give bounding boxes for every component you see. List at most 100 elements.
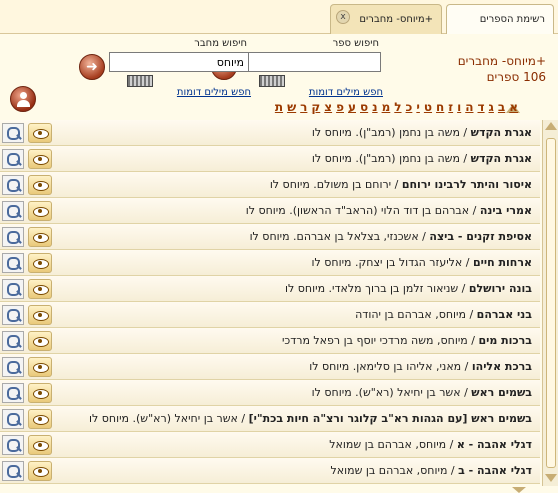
alphabet-letter[interactable]: ז [448, 100, 453, 116]
book-author: / מיוחס, אברהם בן יהודה [355, 308, 477, 321]
author-search-input[interactable] [109, 52, 249, 72]
user-icon[interactable] [10, 86, 36, 112]
table-row[interactable]: בני אברהם / מיוחס, אברהם בן יהודה [0, 302, 540, 328]
book-search-input[interactable] [241, 52, 381, 72]
alphabet-letter[interactable]: ה [465, 100, 473, 116]
alphabet-letter[interactable]: ו [457, 100, 461, 116]
alphabet-letter[interactable]: ח [436, 100, 444, 116]
magnifier-icon[interactable] [2, 331, 24, 351]
alphabet-letter[interactable]: ע [348, 100, 356, 116]
author-similar-words-link[interactable]: חפש מילים דומות [177, 87, 251, 98]
table-row[interactable]: ברכת אליהו / מאני, אליהו בן סלימאן. מיוח… [0, 354, 540, 380]
magnifier-icon[interactable] [2, 357, 24, 377]
table-row[interactable]: אמרי בינה / אברהם בן דוד הלוי (הראב"ד הר… [0, 198, 540, 224]
magnifier-icon[interactable] [2, 409, 24, 429]
magnifier-icon[interactable] [2, 149, 24, 169]
open-book-icon[interactable] [28, 409, 52, 429]
magnifier-icon[interactable] [2, 227, 24, 247]
table-row[interactable]: בשמים ראש [עם הגהות רא"ב קלוגר ורצ"ה חיו… [0, 406, 540, 432]
open-book-icon[interactable] [28, 305, 52, 325]
open-book-icon[interactable] [28, 383, 52, 403]
book-title[interactable]: אגרת הקדש [471, 126, 532, 139]
alphabet-letter[interactable]: ט [424, 100, 432, 116]
book-title[interactable]: בונה ירושלם [469, 282, 532, 295]
alphabet-letter[interactable]: ד [477, 100, 484, 116]
scroll-up-icon[interactable] [545, 122, 557, 130]
alphabet-letter[interactable]: א [509, 100, 518, 116]
table-row[interactable]: אגרת הקדש / משה בן נחמן (רמב"ן). מיוחס ל… [0, 120, 540, 146]
alphabet-letter[interactable]: מ [382, 100, 391, 116]
open-book-icon[interactable] [28, 331, 52, 351]
book-title[interactable]: ברכות מים [478, 334, 532, 347]
magnifier-icon[interactable] [2, 279, 24, 299]
book-title[interactable]: ברכת אליהו [472, 360, 532, 373]
header: +מיוחס- מחברים 106 ספרים חיפוש ספר חפש מ… [0, 34, 558, 112]
table-row[interactable]: בשמים ראש / אשר בן יחיאל (רא"ש). מיוחס ל… [0, 380, 540, 406]
book-title[interactable]: אמרי בינה [480, 204, 532, 217]
table-row[interactable]: אגרת הקדש / משה בן נחמן (רמב"ן). מיוחס ל… [0, 146, 540, 172]
alphabet-letter[interactable]: ג [489, 100, 494, 116]
open-book-icon[interactable] [28, 279, 52, 299]
scroll-thumb[interactable] [546, 138, 556, 468]
scrollbar[interactable] [542, 120, 558, 486]
row-text: בני אברהם / מיוחס, אברהם בן יהודה [355, 308, 532, 321]
book-title[interactable]: איסור והיתר לרבינו ירוחם [402, 178, 532, 191]
book-title[interactable]: ארחות חיים [473, 256, 532, 269]
open-book-icon[interactable] [28, 201, 52, 221]
table-row[interactable]: דגלי אהבה - א / מיוחס, אברהם בן שמואל [0, 432, 540, 458]
magnifier-icon[interactable] [2, 123, 24, 143]
alphabet-letter[interactable]: י [416, 100, 420, 116]
keyboard-icon[interactable] [127, 75, 153, 87]
alphabet-letter[interactable]: ק [311, 100, 320, 116]
book-author: / מיוחס, משה מרדכי יוסף בן רפאל מרדכי [281, 334, 479, 347]
open-book-icon[interactable] [28, 175, 52, 195]
book-title[interactable]: אגרת הקדש [471, 152, 532, 165]
open-book-icon[interactable] [28, 149, 52, 169]
table-row[interactable]: ארחות חיים / אליעזר הגדול בן יצחק. מיוחס… [0, 250, 540, 276]
book-author: / אליעזר הגדול בן יצחק. מיוחס לו [311, 256, 473, 269]
book-author: / אברהם בן דוד הלוי (הראב"ד הראשון). מיו… [245, 204, 480, 217]
alphabet-letter[interactable]: כ [406, 100, 413, 116]
magnifier-icon[interactable] [2, 435, 24, 455]
alphabet-letter[interactable]: צ [324, 100, 332, 116]
book-title[interactable]: בני אברהם [477, 308, 532, 321]
open-book-icon[interactable] [28, 253, 52, 273]
book-title[interactable]: דגלי אהבה - ב [458, 464, 532, 477]
alphabet-letter[interactable]: פ [336, 100, 344, 116]
author-search-go-button[interactable]: ➜ [79, 54, 105, 80]
alphabet-letter[interactable]: ש [287, 100, 296, 116]
keyboard-icon[interactable] [259, 75, 285, 87]
table-row[interactable]: ברכות מים / מיוחס, משה מרדכי יוסף בן רפא… [0, 328, 540, 354]
magnifier-icon[interactable] [2, 305, 24, 325]
magnifier-icon[interactable] [2, 201, 24, 221]
open-book-icon[interactable] [28, 357, 52, 377]
magnifier-icon[interactable] [2, 175, 24, 195]
magnifier-icon[interactable] [2, 383, 24, 403]
alphabet-letter[interactable]: ר [300, 100, 307, 116]
tab-book-list[interactable]: רשימת הספרים [446, 4, 554, 34]
open-book-icon[interactable] [28, 435, 52, 455]
expand-arrow-icon[interactable] [512, 487, 526, 493]
open-book-icon[interactable] [28, 461, 52, 481]
alphabet-letter[interactable]: נ [372, 100, 377, 116]
table-row[interactable]: דגלי אהבה - ב / מיוחס, אברהם בן שמואל [0, 458, 540, 484]
table-row[interactable]: איסור והיתר לרבינו ירוחם / ירוחם בן משול… [0, 172, 540, 198]
alphabet-letter[interactable]: ב [498, 100, 505, 116]
alphabet-letter[interactable]: ס [360, 100, 368, 116]
open-book-icon[interactable] [28, 123, 52, 143]
book-title[interactable]: אסיפת זקנים - ביצה [429, 230, 532, 243]
alphabet-letter[interactable]: ת [275, 100, 283, 116]
book-title[interactable]: בשמים ראש [471, 386, 532, 399]
magnifier-icon[interactable] [2, 253, 24, 273]
table-row[interactable]: בונה ירושלם / שניאור זלמן בן ברוך מלאדי.… [0, 276, 540, 302]
table-row[interactable]: אסיפת זקנים - ביצה / אשכנזי, בצלאל בן אב… [0, 224, 540, 250]
alphabet-letter[interactable]: ל [394, 100, 401, 116]
scroll-down-icon[interactable] [545, 474, 557, 482]
book-title[interactable]: בשמים ראש [עם הגהות רא"ב קלוגר ורצ"ה חיו… [249, 412, 532, 425]
magnifier-icon[interactable] [2, 461, 24, 481]
book-title[interactable]: דגלי אהבה - א [457, 438, 532, 451]
open-book-icon[interactable] [28, 227, 52, 247]
tab-authors[interactable]: +מיוחס- מחברים x [330, 4, 442, 34]
book-similar-words-link[interactable]: חפש מילים דומות [309, 87, 383, 98]
close-tab-button[interactable]: x [336, 10, 350, 24]
